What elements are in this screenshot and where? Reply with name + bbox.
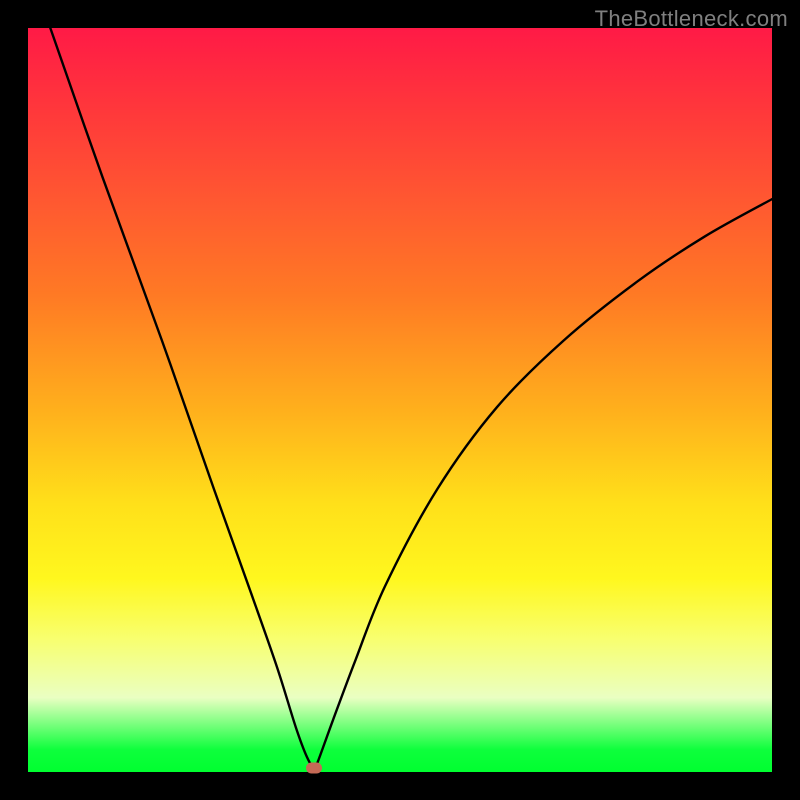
plot-area	[28, 28, 772, 772]
bottleneck-curve	[28, 28, 772, 772]
chart-frame: TheBottleneck.com	[0, 0, 800, 800]
curve-path	[50, 28, 772, 769]
watermark-text: TheBottleneck.com	[595, 6, 788, 32]
optimal-marker	[306, 763, 322, 774]
